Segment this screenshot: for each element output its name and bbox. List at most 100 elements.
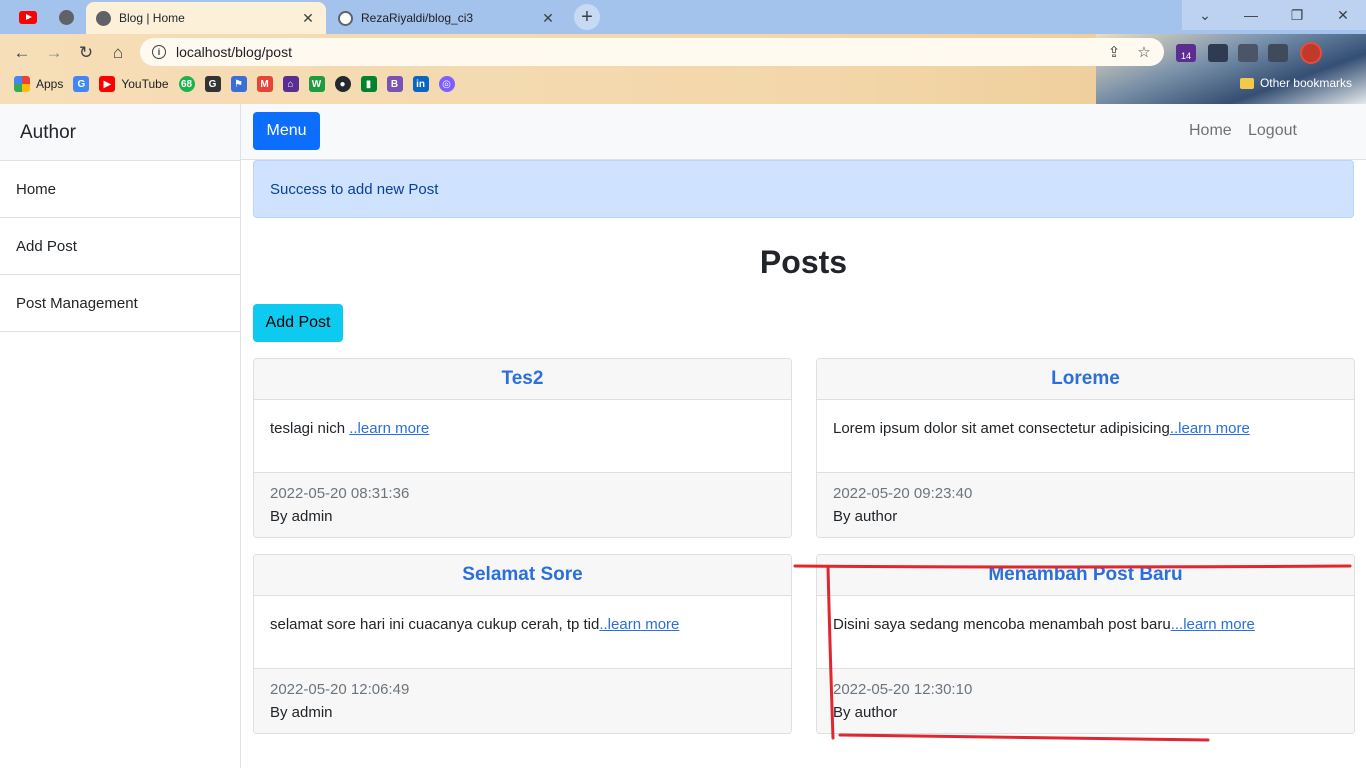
sidebar-item-post-management[interactable]: Post Management (0, 275, 240, 332)
menu-toggle-button[interactable]: Menu (253, 112, 320, 150)
bookmark-meet[interactable]: ▮ (360, 74, 377, 94)
extension-house-icon[interactable]: 14 (1176, 44, 1196, 62)
info-icon[interactable]: i (152, 45, 166, 59)
reload-icon[interactable]: ↻ (74, 41, 98, 65)
globe-icon (96, 10, 111, 26)
browser-tab-bar: Blog | Home ✕ RezaRiyaldi/blog_ci3 ✕ + ⌄… (0, 0, 1366, 34)
w3schools-icon: W (308, 76, 325, 92)
post-date: 2022-05-20 08:31:36 (270, 485, 410, 502)
add-post-button[interactable]: Add Post (253, 304, 343, 342)
counter-icon: 68 (178, 76, 195, 92)
close-icon[interactable]: ✕ (300, 10, 316, 27)
bookmark-house[interactable]: ⌂ (282, 74, 299, 94)
youtube-icon: ▶ (99, 76, 116, 92)
post-card: Selamat Sore selamat sore hari ini cuaca… (253, 554, 792, 734)
flag-icon: ⚑ (230, 76, 247, 92)
new-tab-button[interactable]: + (574, 4, 600, 30)
post-date: 2022-05-20 12:30:10 (833, 681, 973, 698)
home-icon[interactable]: ⌂ (106, 41, 130, 65)
post-author: By admin (270, 704, 333, 721)
post-title-link[interactable]: Loreme (1051, 368, 1120, 390)
pinned-tab-globe[interactable] (48, 4, 84, 30)
post-card: Menambah Post Baru Disini saya sedang me… (816, 554, 1355, 734)
card-body: Lorem ipsum dolor sit amet consectetur a… (817, 400, 1354, 473)
bookmark-linkedin[interactable]: in (412, 74, 429, 94)
learn-more-link[interactable]: ...learn more (1171, 616, 1255, 633)
puzzle-icon[interactable] (1238, 44, 1258, 62)
bookmark-g[interactable]: G (204, 74, 221, 94)
github-icon: ● (334, 76, 351, 92)
linkedin-icon: in (412, 76, 429, 92)
bookmark-w3schools[interactable]: W (308, 74, 325, 94)
address-bar[interactable]: i localhost/blog/post ⇪ ☆ (140, 38, 1164, 66)
post-title-link[interactable]: Tes2 (502, 368, 544, 390)
tab-github-repo[interactable]: RezaRiyaldi/blog_ci3 ✕ (328, 2, 566, 34)
post-author: By admin (270, 508, 333, 525)
star-icon[interactable]: ☆ (1134, 43, 1154, 61)
youtube-icon (19, 10, 37, 24)
restore-button[interactable]: ❐ (1274, 0, 1320, 30)
card-header: Menambah Post Baru (817, 555, 1354, 596)
post-excerpt: selamat sore hari ini cuacanya cukup cer… (270, 616, 600, 633)
post-title-link[interactable]: Selamat Sore (462, 564, 582, 586)
learn-more-link[interactable]: ..learn more (599, 616, 679, 633)
post-card: Tes2 teslagi nich ..learn more 2022-05-2… (253, 358, 792, 538)
sidebar-item-home[interactable]: Home (0, 161, 240, 218)
nav-link-logout[interactable]: Logout (1248, 122, 1297, 140)
sidebar-heading: Author (0, 104, 240, 161)
tab-title: RezaRiyaldi/blog_ci3 (361, 11, 474, 25)
pinned-tab-youtube[interactable] (10, 4, 46, 30)
forward-arrow-icon[interactable]: → (42, 41, 66, 65)
other-bookmarks[interactable]: Other bookmarks (1239, 76, 1352, 90)
globe-icon (58, 9, 74, 25)
meet-icon: ▮ (360, 76, 377, 92)
g-letter-icon: G (204, 76, 221, 92)
translate-icon: G (73, 76, 90, 92)
bookmarks-bar: Apps G ▶ YouTube 68 G ⚑ M ⌂ W ● ▮ B in ◎ (0, 72, 465, 96)
post-author: By author (833, 508, 898, 525)
card-footer: 2022-05-20 12:30:10 By author (817, 669, 1354, 733)
apps-grid-icon (14, 76, 30, 92)
minimize-button[interactable]: — (1228, 0, 1274, 30)
post-card: Loreme Lorem ipsum dolor sit amet consec… (816, 358, 1355, 538)
post-title-link[interactable]: Menambah Post Baru (988, 564, 1182, 586)
bookmark-youtube[interactable]: ▶ YouTube (99, 74, 169, 94)
browser-toolbar: ← → ↻ ⌂ i localhost/blog/post ⇪ ☆ 14 App… (0, 34, 1366, 104)
house-icon: ⌂ (282, 76, 299, 92)
folder-icon (1239, 77, 1254, 89)
url-text[interactable]: localhost/blog/post (176, 44, 1104, 60)
bookmark-github[interactable]: ● (334, 74, 351, 94)
learn-more-link[interactable]: ..learn more (1170, 420, 1250, 437)
card-footer: 2022-05-20 08:31:36 By admin (254, 473, 791, 537)
bookmark-counter[interactable]: 68 (178, 74, 195, 94)
card-body: selamat sore hari ini cuacanya cukup cer… (254, 596, 791, 669)
back-arrow-icon[interactable]: ← (10, 41, 34, 65)
bookmark-bootstrap[interactable]: B (386, 74, 403, 94)
window-close-button[interactable]: ✕ (1320, 0, 1366, 30)
top-navbar: Menu Home Logout (241, 104, 1366, 160)
sidepanel-icon[interactable] (1268, 44, 1288, 62)
post-excerpt: Lorem ipsum dolor sit amet consectetur a… (833, 420, 1170, 437)
sidebar-item-add-post[interactable]: Add Post (0, 218, 240, 275)
bookmark-apps[interactable]: Apps (14, 74, 63, 94)
share-icon[interactable]: ⇪ (1104, 43, 1124, 61)
extension-pen-icon[interactable] (1208, 44, 1228, 62)
nav-link-home[interactable]: Home (1189, 122, 1232, 140)
bookmark-flag[interactable]: ⚑ (230, 74, 247, 94)
sidebar: Author Home Add Post Post Management (0, 104, 241, 768)
github-icon (338, 10, 353, 26)
bookmark-search[interactable]: ◎ (438, 74, 455, 94)
avatar[interactable] (1300, 42, 1322, 64)
main-content: Menu Home Logout Success to add new Post… (241, 104, 1366, 768)
card-body: Disini saya sedang mencoba menambah post… (817, 596, 1354, 669)
bookmark-translate[interactable]: G (73, 74, 90, 94)
page-title: Posts (759, 244, 848, 280)
success-alert: Success to add new Post (253, 160, 1354, 218)
learn-more-link[interactable]: ..learn more (349, 420, 429, 437)
chevron-down-icon[interactable]: ⌄ (1182, 0, 1228, 30)
tab-blog-home[interactable]: Blog | Home ✕ (86, 2, 326, 34)
card-footer: 2022-05-20 09:23:40 By author (817, 473, 1354, 537)
close-icon[interactable]: ✕ (540, 10, 556, 27)
tab-title: Blog | Home (119, 11, 185, 25)
bookmark-gmail[interactable]: M (256, 74, 273, 94)
